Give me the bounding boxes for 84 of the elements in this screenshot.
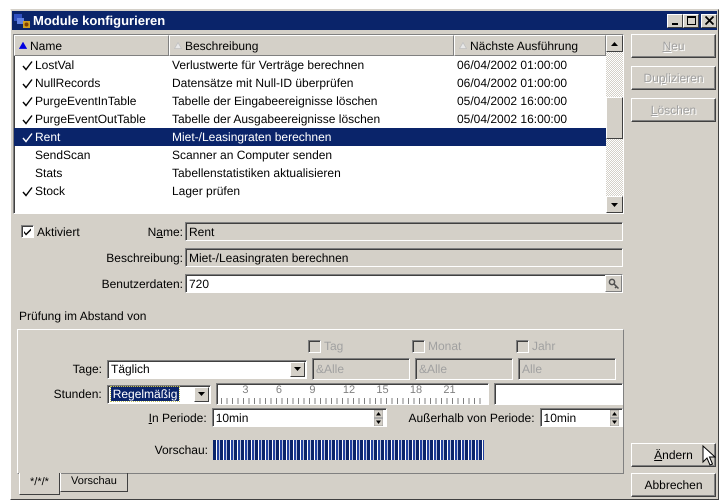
- list-row[interactable]: Stock Lager prüfen: [14, 182, 606, 200]
- field-label: In Periode:: [148, 410, 207, 424]
- mouse-pointer-icon: [702, 445, 716, 467]
- modules-icon: [13, 12, 31, 28]
- field-value: Täglich: [111, 362, 150, 376]
- ruler-label: 6: [276, 384, 283, 397]
- ruler-label: 12: [342, 384, 356, 397]
- table-cell: 05/04/2002 16:00:00: [457, 112, 568, 126]
- field-label: Außerhalb von Periode:: [407, 410, 535, 424]
- field-label: Stunden:: [52, 387, 102, 401]
- button[interactable]: Ändern: [631, 443, 716, 467]
- button[interactable]: Abbrechen: [631, 473, 716, 497]
- list-row[interactable]: SendScan Scanner an Computer senden: [14, 146, 606, 164]
- list-row[interactable]: LostVal Verlustwerte für Verträge berechnen 06/04/2002 01:00:00: [14, 56, 606, 74]
- section-heading: Prüfung im Abstand von: [18, 309, 148, 325]
- minimize-button[interactable]: [667, 14, 683, 28]
- table-cell: 05/04/2002 16:00:00: [457, 94, 568, 108]
- close-button[interactable]: [701, 14, 717, 28]
- field-label: Name:: [148, 224, 183, 238]
- field-label: Benutzerdaten:: [102, 276, 183, 290]
- table-cell: Rent: [35, 130, 60, 144]
- minimize-icon: [672, 22, 678, 24]
- table-cell: SendScan: [35, 148, 90, 162]
- text-field[interactable]: 720: [185, 274, 623, 293]
- list-row[interactable]: PurgeEventOutTable Tabelle der Ausgabeereignisse löschen 05/04/2002 16:00:00: [14, 110, 606, 128]
- column-header[interactable]: Name: [14, 35, 169, 56]
- column-header[interactable]: Beschreibung: [169, 35, 454, 56]
- table-cell: Miet-/Leasingraten berechnen: [172, 130, 332, 144]
- dropdown[interactable]: Regelmäßig: [106, 384, 212, 404]
- table-cell: PurgeEventInTable: [35, 94, 136, 108]
- spinner-icon[interactable]: [374, 410, 383, 426]
- table-cell: Scanner an Computer senden: [172, 148, 332, 162]
- checkbox-label: Aktiviert: [37, 224, 80, 238]
- text-field[interactable]: [494, 383, 624, 405]
- field-label: Tage:: [72, 362, 102, 376]
- tab[interactable]: */*/*: [19, 473, 60, 495]
- spinner-icon[interactable]: [610, 410, 619, 426]
- table-cell: Verlustwerte für Verträge berechnen: [172, 58, 364, 72]
- table-cell: NullRecords: [35, 76, 100, 90]
- text-field[interactable]: Rent: [185, 222, 623, 241]
- check-icon: [22, 226, 33, 237]
- field-value: 720: [189, 276, 210, 290]
- list-row[interactable]: Stats Tabellenstatistiken aktualisieren: [14, 164, 606, 182]
- spin-field[interactable]: 10min: [212, 408, 387, 427]
- ruler-label: 9: [309, 384, 316, 397]
- table-cell: Stats: [35, 166, 62, 180]
- ruler-label: 21: [443, 384, 457, 397]
- field-value: 10min: [216, 410, 248, 424]
- list-row[interactable]: PurgeEventInTable Tabelle der Eingabeereignisse löschen 05/04/2002 16:00:00: [14, 92, 606, 110]
- scroll-thumb[interactable]: [606, 97, 623, 139]
- table-cell: 06/04/2002 01:00:00: [457, 58, 568, 72]
- dropdown[interactable]: Täglich: [107, 360, 307, 378]
- maximize-button[interactable]: [683, 14, 699, 28]
- checkbox[interactable]: [21, 225, 34, 238]
- ruler-label: 3: [242, 384, 250, 397]
- table-cell: PurgeEventOutTable: [35, 112, 146, 126]
- table-cell: Tabellenstatistiken aktualisieren: [172, 166, 341, 180]
- table-cell: 06/04/2002 01:00:00: [457, 76, 568, 90]
- column-header[interactable]: Nächste Ausführung: [454, 35, 606, 56]
- table-cell: Lager prüfen: [172, 184, 240, 198]
- text-field[interactable]: Miet-/Leasingraten berechnen: [185, 248, 623, 267]
- maximize-icon: [686, 16, 696, 25]
- search-button[interactable]: [605, 275, 622, 292]
- table-cell: Tabelle der Ausgabeereignisse löschen: [172, 112, 380, 126]
- ruler-label: 18: [410, 384, 424, 397]
- hour-ruler[interactable]: 3 6 9 12 15 18 21: [216, 383, 490, 405]
- field-label: Beschreibung:: [106, 250, 183, 264]
- field-label: Vorschau:: [154, 443, 208, 457]
- window-title: Module konfigurieren: [33, 13, 166, 28]
- tab[interactable]: Vorschau: [60, 473, 128, 492]
- ruler-label: 15: [376, 384, 390, 397]
- table-cell: Stock: [35, 184, 66, 198]
- spin-field[interactable]: 10min: [540, 408, 623, 427]
- scroll-down-icon[interactable]: [611, 202, 618, 206]
- table-cell: Datensätze mit Null-ID überprüfen: [172, 76, 354, 90]
- table-cell: LostVal: [35, 58, 74, 72]
- close-icon: [704, 16, 714, 25]
- scrollbar[interactable]: [606, 35, 623, 213]
- list-row[interactable]: Rent Miet-/Leasingraten berechnen: [14, 128, 606, 146]
- list-row[interactable]: NullRecords Datensätze mit Null-ID überprüfen 06/04/2002 01:00:00: [14, 74, 606, 92]
- field-value: Regelmäßig: [110, 387, 180, 401]
- table-cell: Tabelle der Eingabeereignisse löschen: [172, 94, 378, 108]
- field-value: 10min: [544, 410, 576, 424]
- scroll-up-icon[interactable]: [611, 42, 618, 46]
